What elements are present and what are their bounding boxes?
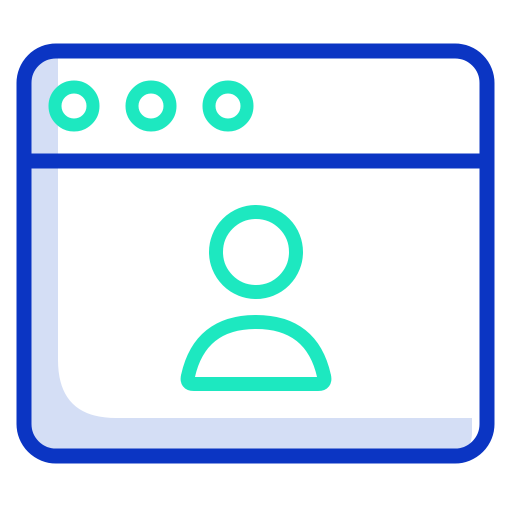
user-body-icon <box>180 315 332 391</box>
icon-canvas <box>16 43 495 464</box>
window-dot-3-icon <box>202 80 254 132</box>
window-dot-2-icon <box>125 80 177 132</box>
browser-user-profile-icon <box>0 0 512 512</box>
window-dot-1-icon <box>48 80 100 132</box>
user-head-icon <box>209 205 303 299</box>
